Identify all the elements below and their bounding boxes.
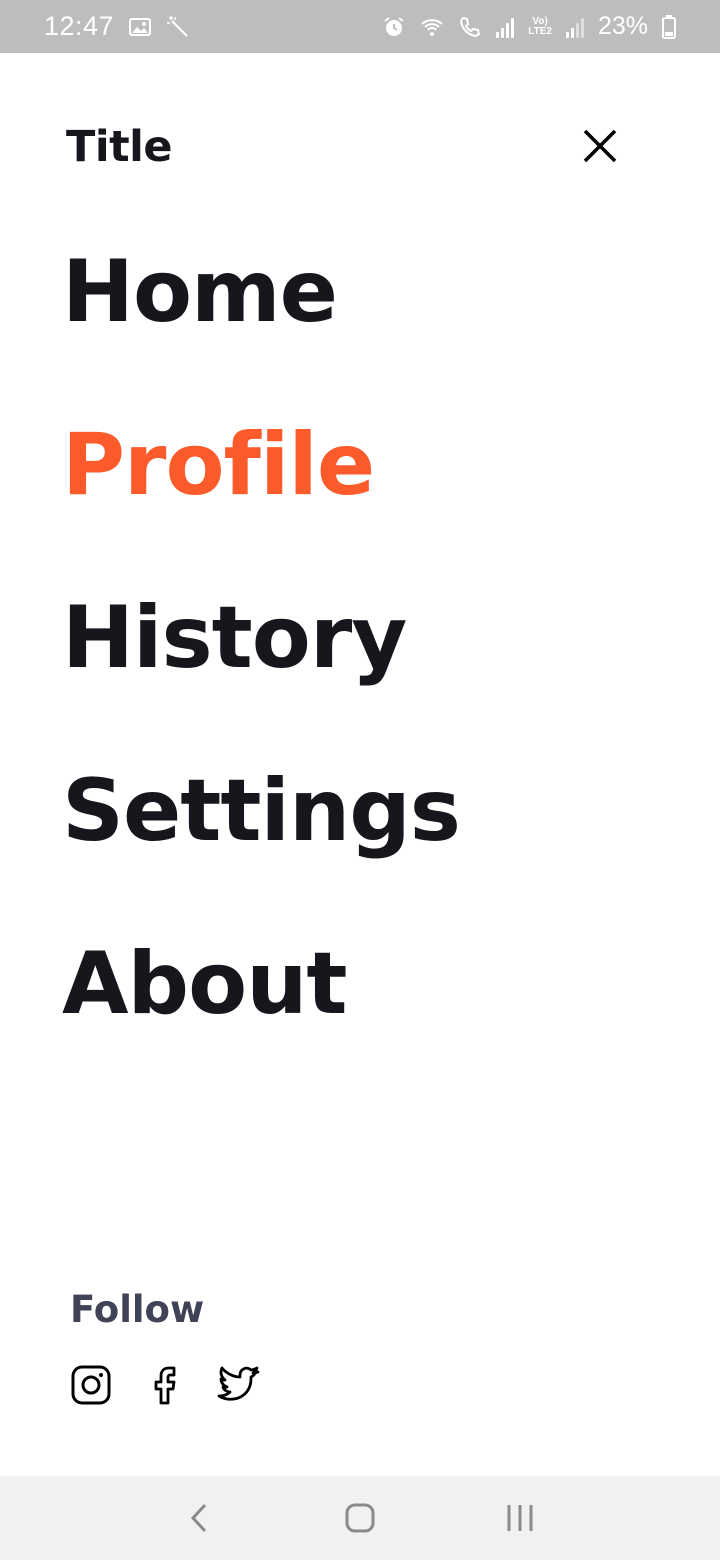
close-button[interactable] bbox=[576, 122, 624, 170]
wifi-icon bbox=[420, 15, 444, 39]
instagram-icon bbox=[71, 1365, 111, 1405]
twitter-link[interactable] bbox=[216, 1362, 262, 1408]
nav-item-about[interactable]: About bbox=[62, 932, 662, 1105]
follow-label: Follow bbox=[70, 1288, 205, 1331]
signal-icon bbox=[496, 16, 515, 38]
social-links bbox=[68, 1362, 262, 1408]
volte-label: Vo) bbox=[532, 15, 548, 27]
menu-title: Title bbox=[66, 122, 173, 172]
battery-icon bbox=[662, 14, 676, 39]
magic-wand-icon bbox=[166, 15, 190, 39]
call-icon bbox=[458, 15, 482, 39]
home-button[interactable] bbox=[330, 1488, 390, 1548]
nav-item-home[interactable]: Home bbox=[62, 240, 662, 413]
recents-button[interactable] bbox=[490, 1488, 550, 1548]
signal-icon-2 bbox=[565, 16, 584, 38]
back-button[interactable] bbox=[170, 1488, 230, 1548]
status-bar: 12:47 Vo) LTE2 23% bbox=[0, 0, 720, 53]
system-nav-bar bbox=[0, 1476, 720, 1560]
nav-item-history[interactable]: History bbox=[62, 586, 662, 759]
battery-percent: 23% bbox=[597, 12, 648, 40]
nav-menu: Home Profile History Settings About bbox=[62, 240, 662, 1105]
status-bar-left: 12:47 bbox=[44, 11, 190, 42]
network-type-label: Vo) LTE2 bbox=[528, 15, 552, 37]
recents-icon bbox=[507, 1505, 533, 1531]
nav-item-settings[interactable]: Settings bbox=[62, 759, 662, 932]
alarm-icon bbox=[382, 15, 406, 39]
instagram-link[interactable] bbox=[68, 1362, 114, 1408]
facebook-link[interactable] bbox=[142, 1362, 188, 1408]
image-icon bbox=[128, 15, 152, 39]
back-icon bbox=[190, 1503, 207, 1533]
facebook-icon bbox=[154, 1366, 176, 1405]
twitter-icon bbox=[217, 1366, 260, 1401]
status-time: 12:47 bbox=[44, 11, 115, 41]
status-bar-right: Vo) LTE2 23% bbox=[382, 12, 676, 41]
home-icon bbox=[345, 1503, 375, 1533]
lte-label: LTE2 bbox=[528, 25, 552, 37]
nav-item-profile[interactable]: Profile bbox=[62, 413, 662, 586]
close-icon bbox=[583, 129, 617, 163]
